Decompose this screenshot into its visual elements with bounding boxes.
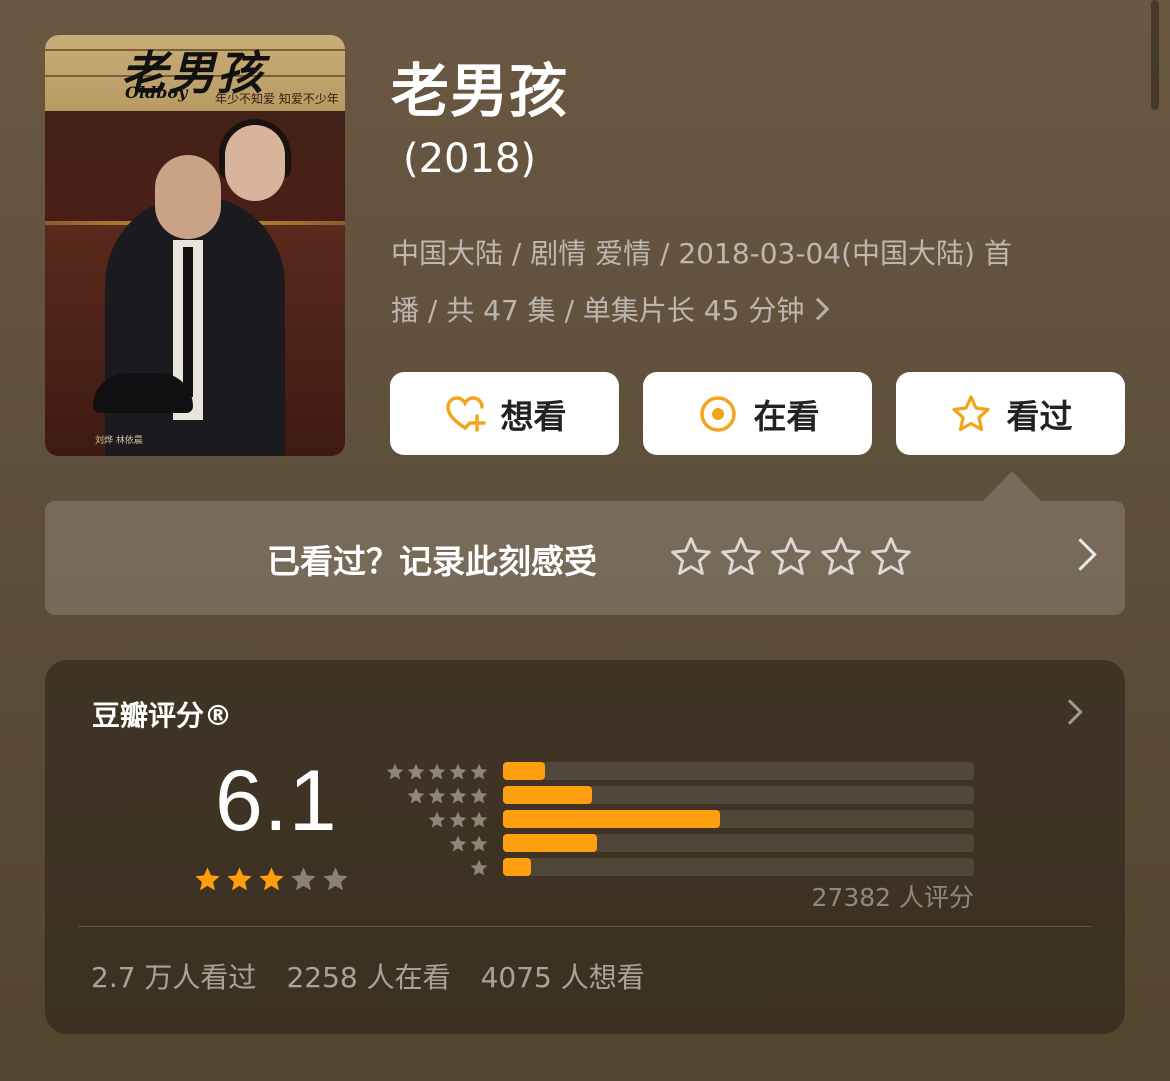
star-icon (449, 835, 467, 852)
poster-title-band: 老男孩 Oldboy 年少不知爱 知爱不少年 (45, 35, 345, 111)
star-icon (470, 835, 488, 852)
meta-line-2: 播 / 共 47 集 / 单集片长 45 分钟 (391, 282, 1121, 339)
distribution-bar (503, 762, 545, 780)
rate-star-icon[interactable] (719, 535, 763, 579)
heart-plus-icon (443, 392, 487, 436)
audience-stats: 2.7 万人看过 2258 人在看 4075 人想看 (91, 956, 645, 996)
watching-label: 在看 (753, 396, 820, 436)
distribution-row-5-star (385, 762, 975, 780)
release-year: (2018) (403, 136, 537, 182)
want-to-watch-button[interactable]: 想看 (390, 372, 619, 455)
rate-star-icon[interactable] (819, 535, 863, 579)
star-icon (428, 763, 446, 780)
poster-tie (183, 247, 193, 397)
popover-arrow (983, 471, 1041, 501)
divider (78, 926, 1092, 927)
chevron-right-icon[interactable] (1057, 699, 1083, 725)
rating-title: 豆瓣评分® (92, 699, 233, 732)
rate-star-icon[interactable] (769, 535, 813, 579)
star-icon (449, 787, 467, 804)
score-stars (193, 865, 350, 894)
rating-card[interactable]: 豆瓣评分® 6.1 27382 人评分 2.7 万人看过 2258 人在看 40… (45, 660, 1125, 1034)
star-icon (428, 787, 446, 804)
distribution-stars (406, 786, 489, 806)
star-icon (470, 811, 488, 828)
star-empty-icon (291, 867, 316, 891)
distribution-row-4-star (385, 786, 975, 804)
star-icon (449, 763, 467, 780)
wanted-count: 4075 人想看 (480, 961, 645, 994)
watched-button[interactable]: 看过 (896, 372, 1125, 455)
distribution-stars (427, 810, 489, 830)
poster-man (155, 155, 221, 239)
target-icon (696, 392, 740, 436)
star-filled-icon (227, 867, 252, 891)
rate-star-icon[interactable] (869, 535, 913, 579)
distribution-track (503, 810, 974, 828)
watched-label: 看过 (1006, 396, 1073, 436)
distribution-bar (503, 858, 531, 876)
distribution-bar (503, 786, 592, 804)
scrollbar[interactable] (1151, 0, 1159, 110)
distribution-bar (503, 834, 597, 852)
poster-pilot-cap (93, 373, 193, 413)
star-icon (428, 811, 446, 828)
star-icon (386, 763, 404, 780)
watching-count: 2258 人在看 (286, 961, 451, 994)
show-meta[interactable]: 中国大陆 / 剧情 爱情 / 2018-03-04(中国大陆) 首 播 / 共 … (391, 225, 1121, 339)
want-to-watch-label: 想看 (500, 396, 567, 436)
page-title: 老男孩 (391, 57, 569, 125)
star-empty-icon (323, 867, 348, 891)
star-icon (470, 787, 488, 804)
distribution-row-2-star (385, 834, 975, 852)
star-filled-icon (195, 867, 220, 891)
distribution-stars (448, 834, 489, 854)
poster-woman (225, 125, 285, 201)
distribution-bar (503, 810, 720, 828)
distribution-stars (385, 762, 489, 782)
star-icon (407, 763, 425, 780)
star-icon (449, 811, 467, 828)
star-outline-icon (949, 392, 993, 436)
poster-tagline: 年少不知爱 知爱不少年 (215, 92, 339, 106)
meta-line-1: 中国大陆 / 剧情 爱情 / 2018-03-04(中国大陆) 首 (391, 237, 1012, 270)
rating-score: 6.1 (215, 753, 338, 849)
raters-count: 27382 人评分 (811, 883, 974, 912)
distribution-stars (469, 858, 489, 878)
watching-button[interactable]: 在看 (643, 372, 872, 455)
rate-star-icon[interactable] (669, 535, 713, 579)
distribution-track (503, 786, 974, 804)
poster-english-art: Oldboy (125, 83, 188, 102)
distribution-track (503, 762, 974, 780)
chevron-right-icon (1064, 538, 1097, 571)
rate-stars[interactable] (669, 535, 913, 579)
star-icon (470, 859, 488, 876)
poster-credits: 刘烨 林依晨 (95, 436, 143, 446)
distribution-row-1-star (385, 858, 975, 876)
star-icon (407, 787, 425, 804)
distribution-track (503, 858, 974, 876)
distribution-row-3-star (385, 810, 975, 828)
chevron-right-icon (807, 297, 830, 321)
star-icon (470, 763, 488, 780)
poster-image[interactable]: 老男孩 Oldboy 年少不知爱 知爱不少年 刘烨 林依晨 (45, 35, 345, 456)
record-prompt: 已看过？记录此刻感受 (267, 542, 597, 581)
distribution-track (503, 834, 974, 852)
record-feeling-bar[interactable]: 已看过？记录此刻感受 (45, 501, 1125, 615)
star-filled-icon (259, 867, 284, 891)
watched-count: 2.7 万人看过 (91, 961, 257, 994)
